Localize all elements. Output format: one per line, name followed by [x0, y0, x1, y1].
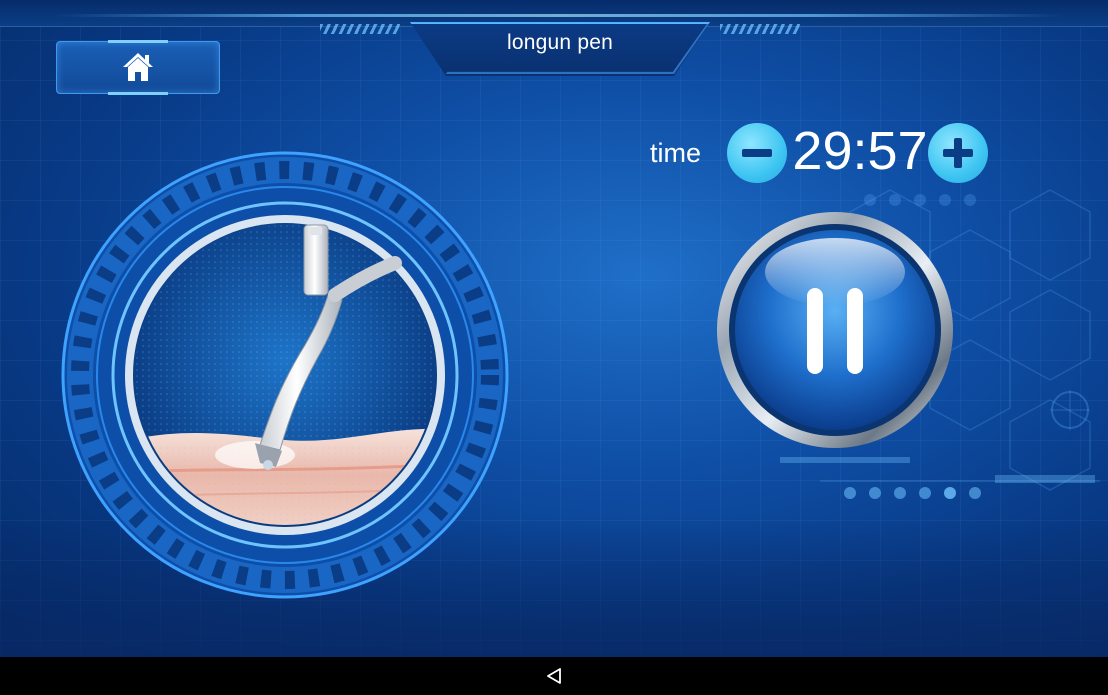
home-icon: [123, 53, 153, 81]
stripe-decoration-right: [720, 24, 800, 34]
back-button[interactable]: [541, 664, 567, 688]
home-button[interactable]: [56, 40, 220, 95]
stripe-decoration-left: [320, 24, 400, 34]
timer-value: 29:57: [792, 121, 928, 181]
navigation-bar: [0, 657, 1108, 695]
page-title: longun pen: [507, 31, 613, 54]
pause-button[interactable]: [713, 210, 957, 450]
back-triangle-icon: [547, 668, 561, 684]
decrease-time-button[interactable]: [727, 123, 787, 183]
handpiece-illustration: [61, 151, 509, 599]
time-label: time: [650, 138, 702, 168]
dots-decoration: [780, 457, 1100, 499]
top-accent-line: [55, 14, 1065, 17]
app-screen: longun pen time 29:57: [0, 0, 1108, 657]
increase-time-button[interactable]: [928, 123, 988, 183]
